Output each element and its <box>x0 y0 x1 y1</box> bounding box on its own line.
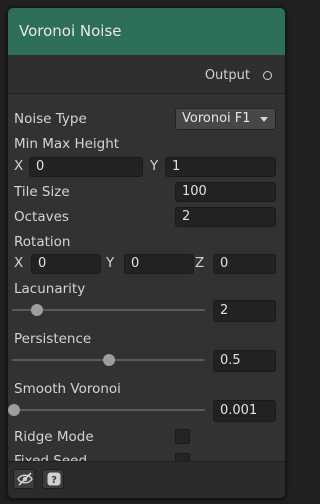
tile-size-input[interactable]: 100 <box>175 182 276 202</box>
node-header[interactable]: Voronoi Noise <box>8 8 285 56</box>
question-icon: ? <box>47 472 61 486</box>
rotation-x-label: X <box>14 255 24 271</box>
rotation-label: Rotation <box>14 234 71 250</box>
help-button[interactable]: ? <box>42 469 64 489</box>
min-x-label: X <box>14 158 24 174</box>
rotation-z-label: Z <box>195 255 205 271</box>
chevron-down-icon <box>260 117 268 122</box>
eye-slash-icon <box>17 472 33 486</box>
rotation-y-label: Y <box>106 255 115 271</box>
ridge-mode-label: Ridge Mode <box>14 429 94 445</box>
noise-type-value: Voronoi F1 <box>182 111 251 126</box>
ridge-mode-checkbox[interactable] <box>175 429 190 444</box>
rotation-x-input[interactable]: 0 <box>31 254 101 274</box>
rotation-y-input[interactable]: 0 <box>124 254 194 274</box>
smooth-voronoi-label: Smooth Voronoi <box>14 381 121 397</box>
output-label: Output <box>204 68 250 83</box>
output-port[interactable] <box>263 71 272 80</box>
lacunarity-slider-thumb[interactable] <box>31 304 43 316</box>
lacunarity-label: Lacunarity <box>14 281 86 297</box>
node-footer: ? <box>8 461 285 498</box>
persistence-slider-thumb[interactable] <box>103 354 115 366</box>
svg-text:?: ? <box>51 475 57 486</box>
persistence-label: Persistence <box>14 331 92 347</box>
voronoi-noise-node[interactable]: Voronoi Noise Output Noise Type Voronoi … <box>7 7 286 499</box>
node-title: Voronoi Noise <box>19 22 122 40</box>
toggle-preview-button[interactable] <box>13 469 35 489</box>
persistence-input[interactable]: 0.5 <box>213 350 276 372</box>
lacunarity-slider[interactable] <box>12 304 205 316</box>
min-max-height-label: Min Max Height <box>14 136 120 152</box>
persistence-slider[interactable] <box>12 354 205 366</box>
smooth-voronoi-slider-thumb[interactable] <box>8 404 20 416</box>
octaves-label: Octaves <box>14 209 69 225</box>
noise-type-dropdown[interactable]: Voronoi F1 <box>175 108 276 130</box>
rotation-z-input[interactable]: 0 <box>213 254 276 274</box>
output-row: Output <box>8 55 285 94</box>
max-y-label: Y <box>150 158 159 174</box>
smooth-voronoi-input[interactable]: 0.001 <box>213 400 276 422</box>
tile-size-label: Tile Size <box>14 184 70 200</box>
noise-type-label: Noise Type <box>14 111 87 127</box>
min-height-input[interactable]: 0 <box>29 157 143 177</box>
smooth-voronoi-slider[interactable] <box>8 404 205 416</box>
lacunarity-input[interactable]: 2 <box>213 300 276 322</box>
max-height-input[interactable]: 1 <box>165 157 276 177</box>
node-body: Noise Type Voronoi F1 Min Max Height X 0… <box>8 94 285 469</box>
octaves-input[interactable]: 2 <box>175 207 276 227</box>
